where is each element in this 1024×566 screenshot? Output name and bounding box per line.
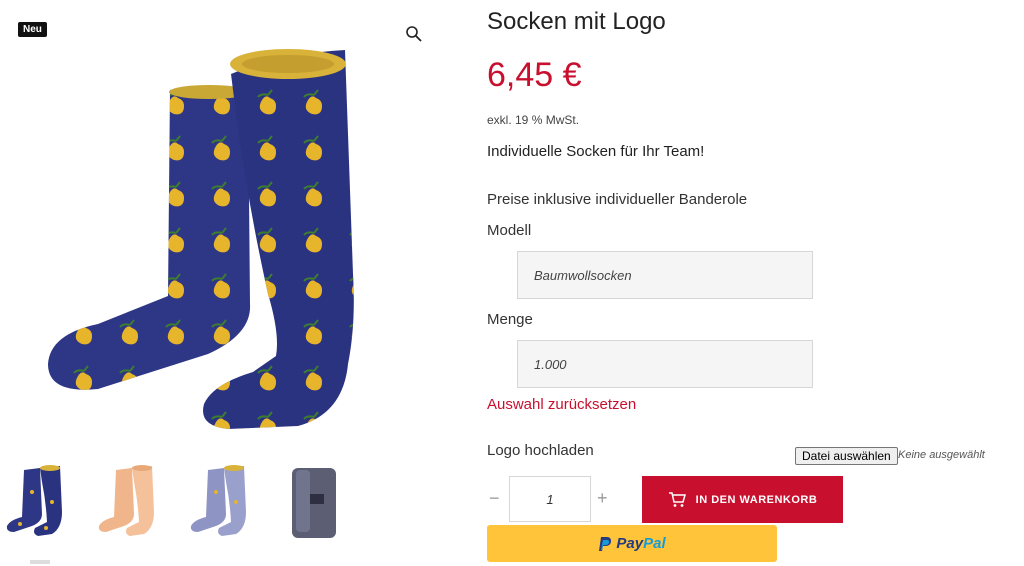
- quantity-option-select[interactable]: 1.000: [517, 340, 813, 388]
- add-to-cart-button[interactable]: IN DEN WARENKORB: [642, 476, 843, 523]
- price-note: Preise inklusive individueller Banderole: [487, 191, 748, 208]
- paypal-wordmark: PayPal: [616, 535, 666, 552]
- cart-icon: [668, 491, 686, 507]
- paypal-logo-icon: [599, 536, 612, 551]
- reset-selection-link[interactable]: Auswahl zurücksetzen: [487, 396, 636, 413]
- zoom-button[interactable]: [404, 24, 424, 44]
- model-label: Modell: [487, 222, 532, 239]
- short-description: Individuelle Socken für Ihr Team!: [487, 143, 705, 160]
- upload-logo-label: Logo hochladen: [487, 442, 594, 459]
- thumbnail-peach-socks[interactable]: [94, 462, 164, 540]
- add-to-cart-label: IN DEN WARENKORB: [695, 493, 818, 506]
- thumbnail-greyblue-socks[interactable]: [186, 462, 256, 540]
- thumbnail-indicator: [30, 560, 50, 564]
- thumbnail-navy-socks[interactable]: [2, 462, 72, 540]
- thumbnail-packaging[interactable]: [282, 462, 352, 540]
- product-main-image[interactable]: [18, 34, 418, 434]
- quantity-option-label: Menge: [487, 311, 533, 328]
- quantity-decrease-button[interactable]: −: [489, 488, 500, 509]
- file-status: Keine ausgewählt: [898, 449, 985, 461]
- quantity-input[interactable]: 1: [509, 476, 591, 522]
- model-select[interactable]: Baumwollsocken: [517, 251, 813, 299]
- quantity-increase-button[interactable]: +: [597, 488, 608, 509]
- paypal-button[interactable]: PayPal: [487, 525, 777, 562]
- product-title: Socken mit Logo: [487, 8, 666, 35]
- tax-note: exkl. 19 % MwSt.: [487, 113, 580, 127]
- magnifier-icon: [406, 26, 422, 42]
- choose-file-button[interactable]: Datei auswählen: [795, 447, 898, 465]
- product-price: 6,45 €: [487, 56, 582, 94]
